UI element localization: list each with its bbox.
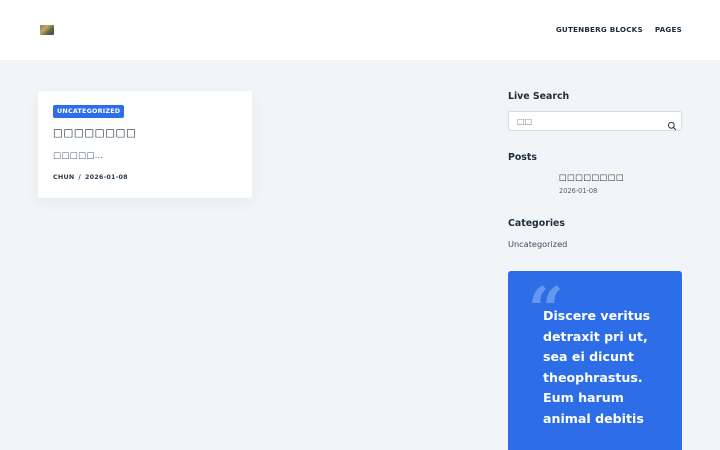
main-nav: GUTENBERG BLOCKS PAGES	[556, 23, 682, 37]
post-author[interactable]: CHUN	[53, 173, 74, 181]
quote-block: “ Discere veritus detraxit pri ut, sea e…	[508, 271, 682, 450]
post-title[interactable]: □□□□□□□□	[53, 127, 136, 139]
recent-post-title[interactable]: □□□□□□□□	[559, 172, 624, 182]
categories-widget-title: Categories	[508, 218, 565, 229]
post-card: UNCATEGORIZED □□□□□□□□ □□□□□… CHUN / 202…	[38, 91, 252, 198]
category-badge[interactable]: UNCATEGORIZED	[53, 105, 125, 118]
post-date: 2026-01-08	[84, 173, 128, 181]
meta-separator: /	[78, 173, 81, 181]
search-input[interactable]	[509, 112, 661, 130]
posts-widget-title: Posts	[508, 152, 537, 163]
nav-item-gutenberg-blocks[interactable]: GUTENBERG BLOCKS	[556, 23, 643, 37]
quote-text: Discere veritus detraxit pri ut, sea ei …	[543, 308, 651, 426]
search-box	[508, 111, 682, 131]
post-meta: CHUN / 2026-01-08	[53, 173, 128, 181]
post-excerpt: □□□□□…	[53, 151, 104, 161]
search-icon[interactable]	[667, 116, 677, 131]
recent-post-date: 2026-01-08	[559, 187, 598, 195]
site-header: GUTENBERG BLOCKS PAGES	[0, 0, 720, 60]
category-link-uncategorized[interactable]: Uncategorized	[508, 239, 567, 249]
nav-item-pages[interactable]: PAGES	[655, 23, 682, 37]
site-logo[interactable]	[40, 25, 54, 35]
live-search-title: Live Search	[508, 91, 570, 102]
